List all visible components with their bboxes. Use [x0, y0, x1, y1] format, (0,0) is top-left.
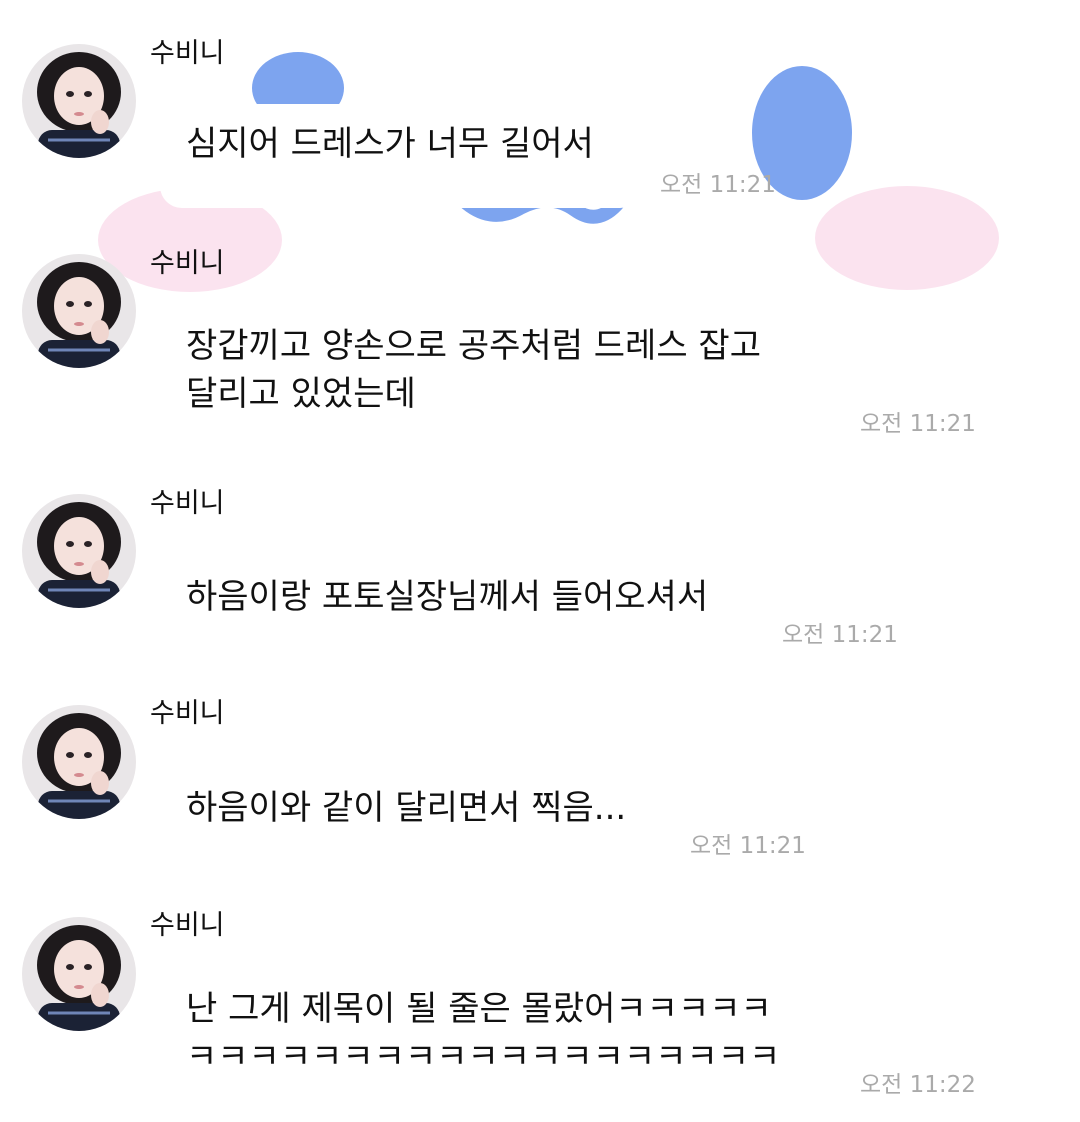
- message-time: 오전 11:21: [690, 833, 806, 859]
- message-text: 하음이와 같이 달리면서 찍음...: [186, 788, 627, 828]
- sender-name: 수비니: [150, 488, 225, 519]
- message-time: 오전 11:21: [782, 622, 898, 648]
- pink-blob-right: [815, 186, 999, 290]
- message-bubble[interactable]: 장갑끼고 양손으로 공주처럼 드레스 잡고 달리고 있었는데: [160, 310, 832, 456]
- avatar[interactable]: [22, 254, 136, 368]
- sender-name: 수비니: [150, 38, 225, 69]
- message-text-line-1: 장갑끼고 양손으로 공주처럼 드레스 잡고: [186, 326, 761, 366]
- avatar[interactable]: [22, 494, 136, 608]
- avatar[interactable]: [22, 917, 136, 1031]
- message-bubble[interactable]: 하음이와 같이 달리면서 찍음...: [160, 768, 692, 872]
- sender-name: 수비니: [150, 910, 225, 941]
- message-text: 하음이랑 포토실장님께서 들어오셔서: [186, 577, 709, 617]
- message-text-line-2: 달리고 있었는데: [186, 374, 416, 414]
- message-text-line-1: 난 그게 제목이 될 줄은 몰랐어ㅋㅋㅋㅋㅋ: [186, 989, 772, 1029]
- sender-name: 수비니: [150, 698, 225, 729]
- sender-name: 수비니: [150, 248, 225, 279]
- message-time: 오전 11:21: [860, 411, 976, 437]
- message-bubble[interactable]: 난 그게 제목이 될 줄은 몰랐어ㅋㅋㅋㅋㅋ ㅋㅋㅋㅋㅋㅋㅋㅋㅋㅋㅋㅋㅋㅋㅋㅋㅋ…: [160, 973, 842, 1119]
- message-bubble[interactable]: 심지어 드레스가 너무 길어서: [160, 104, 642, 208]
- message-time: 오전 11:21: [660, 172, 776, 198]
- message-text: 심지어 드레스가 너무 길어서: [186, 124, 594, 164]
- message-text-line-2: ㅋㅋㅋㅋㅋㅋㅋㅋㅋㅋㅋㅋㅋㅋㅋㅋㅋㅋㅋ: [186, 1037, 781, 1077]
- message-bubble[interactable]: 하음이랑 포토실장님께서 들어오셔서: [160, 557, 782, 661]
- message-time: 오전 11:22: [860, 1072, 976, 1098]
- avatar[interactable]: [22, 705, 136, 819]
- avatar[interactable]: [22, 44, 136, 158]
